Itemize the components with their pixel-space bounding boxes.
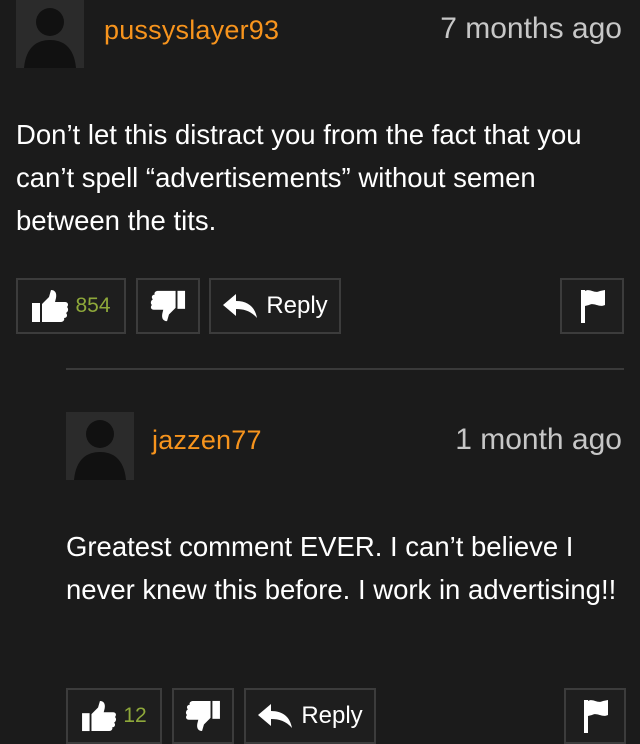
report-flag-button[interactable] — [560, 278, 624, 334]
reply-button[interactable]: Reply — [244, 688, 376, 744]
flag-icon — [581, 290, 605, 323]
thumbs-down-icon — [185, 700, 220, 732]
thumbs-down-icon — [150, 290, 186, 322]
like-count: 854 — [75, 294, 111, 317]
timestamp: 7 months ago — [440, 12, 622, 45]
like-button[interactable]: 12 — [66, 688, 162, 744]
reply-label: Reply — [301, 702, 363, 729]
avatar[interactable] — [16, 0, 84, 68]
dislike-button[interactable] — [136, 278, 200, 334]
comment-text: Don’t let this distract you from the fac… — [16, 119, 582, 236]
dislike-button[interactable] — [172, 688, 234, 744]
thumbs-up-icon — [32, 290, 69, 322]
username[interactable]: jazzen77 — [152, 423, 262, 457]
reply-button[interactable]: Reply — [209, 278, 341, 334]
user-silhouette-icon — [16, 0, 84, 68]
user-silhouette-icon — [66, 412, 134, 480]
flag-icon — [584, 700, 608, 733]
comment-divider — [66, 368, 624, 370]
report-flag-button[interactable] — [564, 688, 626, 744]
like-button[interactable]: 854 — [16, 278, 126, 334]
avatar[interactable] — [66, 412, 134, 480]
username[interactable]: pussyslayer93 — [104, 13, 279, 47]
reply-label: Reply — [266, 292, 328, 319]
thumbs-up-icon — [82, 700, 117, 732]
comment-text: Greatest comment EVER. I can’t believe I… — [66, 531, 617, 605]
reply-arrow-icon — [223, 294, 258, 318]
timestamp: 1 month ago — [455, 423, 622, 456]
reply-arrow-icon — [258, 704, 293, 728]
like-count: 12 — [123, 704, 147, 727]
